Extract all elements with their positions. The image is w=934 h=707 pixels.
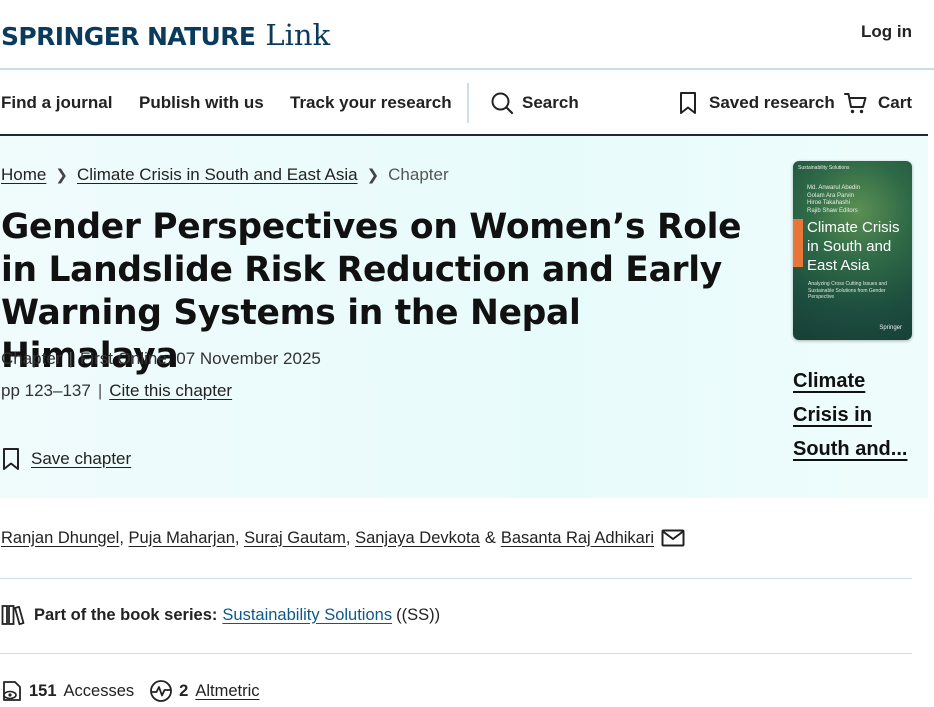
divider — [0, 578, 912, 579]
accesses-label: Accesses — [63, 681, 135, 700]
first-online: First Online: 07 November 2025 — [79, 349, 321, 368]
divider — [0, 653, 912, 654]
chapter-pages-row: pp 123–137 | Cite this chapter — [1, 381, 233, 400]
series-label: Part of the book series: — [34, 605, 218, 624]
book-title-link[interactable]: Climate Crisis in South and... — [793, 364, 913, 466]
breadcrumb-current: Chapter — [388, 165, 449, 184]
book-cover-image[interactable]: Sustainability Solutions Md. Anwarul Abe… — [793, 161, 912, 340]
altmetric-count: 2 — [179, 681, 189, 700]
series-link[interactable]: Sustainability Solutions — [222, 606, 392, 625]
cover-authors: Md. Anwarul Abedin Golam Ara Parvin Hiro… — [807, 185, 861, 214]
breadcrumb-home[interactable]: Home — [1, 165, 46, 184]
books-icon — [1, 605, 25, 626]
author-link[interactable]: Puja Maharjan — [129, 529, 235, 548]
cover-title: Climate Crisis in South and East Asia — [807, 219, 900, 274]
chevron-right-icon: ❯ — [366, 167, 380, 184]
search-icon[interactable] — [490, 91, 514, 115]
author-link[interactable]: Suraj Gautam — [244, 529, 346, 548]
nav-cart[interactable]: Cart — [878, 93, 912, 113]
author-link[interactable]: Sanjaya Devkota — [355, 529, 480, 548]
mail-icon[interactable] — [661, 528, 685, 548]
page-range: pp 123–137 — [1, 381, 91, 400]
breadcrumb-book[interactable]: Climate Crisis in South and East Asia — [77, 165, 358, 184]
altmetric-link[interactable]: Altmetric — [195, 682, 259, 701]
series-abbr: ((SS)) — [396, 605, 441, 624]
springer-nature-link-logo[interactable]: SPRINGER NATURE Link — [1, 18, 330, 52]
cover-series: Sustainability Solutions — [798, 165, 850, 171]
site-header: SPRINGER NATURE Link Log in — [0, 0, 934, 70]
nav-divider — [467, 83, 469, 123]
author-link[interactable]: Ranjan Dhungel — [1, 529, 119, 548]
chapter-hero: Home ❯ Climate Crisis in South and East As… — [0, 136, 928, 498]
nav-find-journal[interactable]: Find a journal — [1, 93, 112, 113]
author-list: Ranjan Dhungel, Puja Maharjan, Suraj Gau… — [1, 528, 685, 548]
main-nav: Find a journal Publish with us Track you… — [0, 70, 928, 136]
nav-saved-research[interactable]: Saved research — [709, 93, 835, 113]
eye-icon — [3, 681, 21, 701]
metrics-row: 151 Accesses 2 Altmetric — [1, 679, 260, 703]
altmetric-icon — [150, 680, 173, 702]
cover-publisher: Springer — [879, 325, 902, 331]
cover-accent-bar — [793, 219, 803, 267]
cite-chapter-link[interactable]: Cite this chapter — [109, 381, 232, 400]
book-series-row: Part of the book series: Sustainability … — [1, 604, 440, 626]
login-link[interactable]: Log in — [861, 22, 912, 42]
breadcrumb: Home ❯ Climate Crisis in South and East As… — [1, 165, 449, 185]
content-type: Chapter — [1, 349, 62, 368]
author-link[interactable]: Basanta Raj Adhikari — [501, 529, 654, 548]
cart-icon[interactable] — [844, 91, 868, 115]
logo-brand: SPRINGER NATURE — [1, 22, 256, 51]
nav-track-research[interactable]: Track your research — [290, 93, 452, 113]
author-ampersand: & — [484, 528, 496, 547]
cover-subtitle: Analyzing Cross Cutting Issues and Susta… — [808, 281, 887, 300]
nav-search[interactable]: Search — [522, 93, 579, 113]
chevron-right-icon: ❯ — [55, 167, 68, 184]
logo-link-word: Link — [265, 18, 331, 52]
bookmark-icon — [3, 448, 19, 470]
save-chapter-label: Save chapter — [31, 449, 132, 468]
chapter-meta: Chapter | First Online: 07 November 2025 — [1, 349, 321, 368]
save-chapter-button[interactable]: Save chapter — [1, 447, 131, 471]
nav-publish-with-us[interactable]: Publish with us — [139, 93, 264, 113]
bookmark-icon[interactable] — [676, 91, 700, 115]
accesses-count: 151 — [29, 681, 57, 700]
